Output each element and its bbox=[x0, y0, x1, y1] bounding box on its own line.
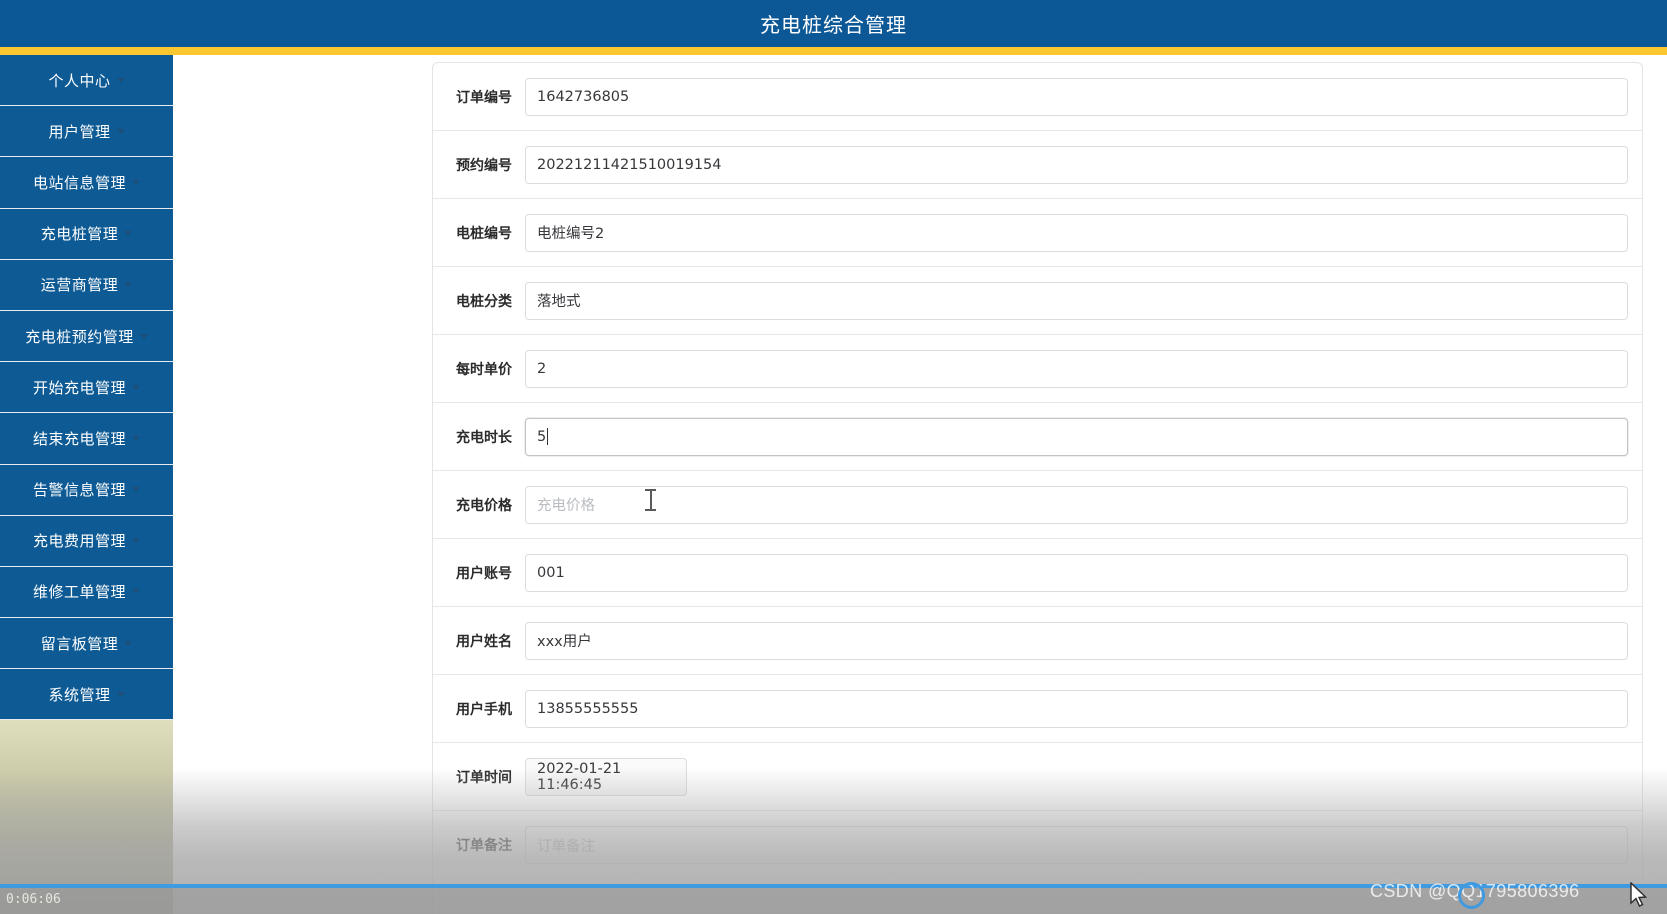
hourly-price-input[interactable]: 2 bbox=[525, 350, 1628, 388]
sidebar-item-alarm-info-management[interactable]: 告警信息管理 bbox=[0, 465, 173, 516]
pile-number-input[interactable]: 电桩编号2 bbox=[525, 214, 1628, 252]
sidebar-item-label: 维修工单管理 bbox=[33, 581, 126, 602]
field-label: 用户姓名 bbox=[448, 631, 525, 651]
chevron-down-icon bbox=[117, 78, 125, 83]
sidebar-item-label: 电站信息管理 bbox=[33, 172, 126, 193]
user-account-input[interactable]: 001 bbox=[525, 554, 1628, 592]
page-title: 充电桩综合管理 bbox=[760, 9, 907, 38]
chevron-down-icon bbox=[124, 231, 132, 236]
user-phone-input[interactable]: 13855555555 bbox=[525, 690, 1628, 728]
charging-duration-value: 5 bbox=[537, 429, 546, 445]
field-label: 用户账号 bbox=[448, 563, 525, 583]
sidebar-item-label: 结束充电管理 bbox=[33, 428, 126, 449]
sidebar-item-label: 开始充电管理 bbox=[33, 377, 126, 398]
chevron-down-icon bbox=[124, 282, 132, 287]
order-detail-form: 订单编号 1642736805 预约编号 2022121142151001915… bbox=[432, 62, 1643, 914]
form-row-hourly-price: 每时单价 2 bbox=[433, 335, 1642, 403]
form-row-user-name: 用户姓名 xxx用户 bbox=[433, 607, 1642, 675]
sidebar-item-label: 充电桩管理 bbox=[41, 223, 119, 244]
order-remark-input[interactable]: 订单备注 bbox=[525, 826, 1628, 864]
user-name-input[interactable]: xxx用户 bbox=[525, 622, 1628, 660]
sidebar: 个人中心 用户管理 电站信息管理 充电桩管理 运营商管理 充电桩预约管理 bbox=[0, 55, 173, 914]
chevron-down-icon bbox=[117, 692, 125, 697]
chevron-down-icon bbox=[132, 589, 140, 594]
sidebar-item-label: 留言板管理 bbox=[41, 633, 119, 654]
sidebar-item-label: 系统管理 bbox=[48, 684, 110, 705]
sidebar-item-personal-center[interactable]: 个人中心 bbox=[0, 55, 173, 106]
reservation-number-input[interactable]: 20221211421510019154 bbox=[525, 146, 1628, 184]
form-row-charging-price: 充电价格 充电价格 bbox=[433, 471, 1642, 539]
text-caret bbox=[547, 428, 548, 445]
form-row-charging-duration: 充电时长 5 bbox=[433, 403, 1642, 471]
field-label: 预约编号 bbox=[448, 155, 525, 175]
form-row-order-time: 订单时间 2022-01-21 11:46:45 bbox=[433, 743, 1642, 811]
sidebar-item-charging-pile-management[interactable]: 充电桩管理 bbox=[0, 209, 173, 260]
form-row-reservation-number: 预约编号 20221211421510019154 bbox=[433, 131, 1642, 199]
sidebar-item-station-info-management[interactable]: 电站信息管理 bbox=[0, 157, 173, 208]
sidebar-item-pile-reservation-management[interactable]: 充电桩预约管理 bbox=[0, 311, 173, 362]
form-row-user-account: 用户账号 001 bbox=[433, 539, 1642, 607]
sidebar-item-end-charging-management[interactable]: 结束充电管理 bbox=[0, 413, 173, 464]
sidebar-item-user-management[interactable]: 用户管理 bbox=[0, 106, 173, 157]
main-content: 订单编号 1642736805 预约编号 2022121142151001915… bbox=[173, 55, 1667, 914]
charging-price-input[interactable]: 充电价格 bbox=[525, 486, 1628, 524]
chevron-down-icon bbox=[132, 436, 140, 441]
sidebar-item-label: 告警信息管理 bbox=[33, 479, 126, 500]
field-label: 充电时长 bbox=[448, 427, 525, 447]
app-window: 充电桩综合管理 个人中心 用户管理 电站信息管理 充电桩管理 运营商管理 bbox=[0, 0, 1667, 914]
chevron-down-icon bbox=[124, 641, 132, 646]
form-row-pile-category: 电桩分类 落地式 bbox=[433, 267, 1642, 335]
sidebar-item-label: 个人中心 bbox=[48, 70, 110, 91]
sidebar-item-message-board-management[interactable]: 留言板管理 bbox=[0, 618, 173, 669]
chevron-down-icon bbox=[117, 129, 125, 134]
field-label: 电桩编号 bbox=[448, 223, 525, 243]
field-label: 订单备注 bbox=[448, 835, 525, 855]
pile-category-input[interactable]: 落地式 bbox=[525, 282, 1628, 320]
field-label: 订单时间 bbox=[448, 767, 525, 787]
app-header: 充电桩综合管理 bbox=[0, 0, 1667, 47]
form-row-order-remark: 订单备注 订单备注 bbox=[433, 811, 1642, 879]
sidebar-item-repair-order-management[interactable]: 维修工单管理 bbox=[0, 567, 173, 618]
field-label: 充电价格 bbox=[448, 495, 525, 515]
sidebar-item-charging-fee-management[interactable]: 充电费用管理 bbox=[0, 516, 173, 567]
sidebar-menu: 个人中心 用户管理 电站信息管理 充电桩管理 运营商管理 充电桩预约管理 bbox=[0, 55, 173, 720]
field-label: 用户手机 bbox=[448, 699, 525, 719]
field-label: 订单编号 bbox=[448, 87, 525, 107]
sidebar-item-label: 充电桩预约管理 bbox=[25, 326, 134, 347]
sidebar-item-label: 用户管理 bbox=[48, 121, 110, 142]
chevron-down-icon bbox=[132, 180, 140, 185]
sidebar-item-system-management[interactable]: 系统管理 bbox=[0, 669, 173, 720]
form-row-user-phone: 用户手机 13855555555 bbox=[433, 675, 1642, 743]
sidebar-item-label: 充电费用管理 bbox=[33, 530, 126, 551]
chevron-down-icon bbox=[132, 538, 140, 543]
header-accent-bar bbox=[0, 47, 1667, 55]
form-row-pile-number: 电桩编号 电桩编号2 bbox=[433, 199, 1642, 267]
charging-duration-input[interactable]: 5 bbox=[525, 418, 1628, 456]
chevron-down-icon bbox=[132, 385, 140, 390]
order-number-input[interactable]: 1642736805 bbox=[525, 78, 1628, 116]
sidebar-item-start-charging-management[interactable]: 开始充电管理 bbox=[0, 362, 173, 413]
field-label: 电桩分类 bbox=[448, 291, 525, 311]
sidebar-item-operator-management[interactable]: 运营商管理 bbox=[0, 260, 173, 311]
field-label: 每时单价 bbox=[448, 359, 525, 379]
chevron-down-icon bbox=[132, 487, 140, 492]
form-row-order-number: 订单编号 1642736805 bbox=[433, 63, 1642, 131]
chevron-down-icon bbox=[140, 334, 148, 339]
order-time-datepicker[interactable]: 2022-01-21 11:46:45 bbox=[525, 758, 687, 796]
sidebar-item-label: 运营商管理 bbox=[41, 274, 119, 295]
